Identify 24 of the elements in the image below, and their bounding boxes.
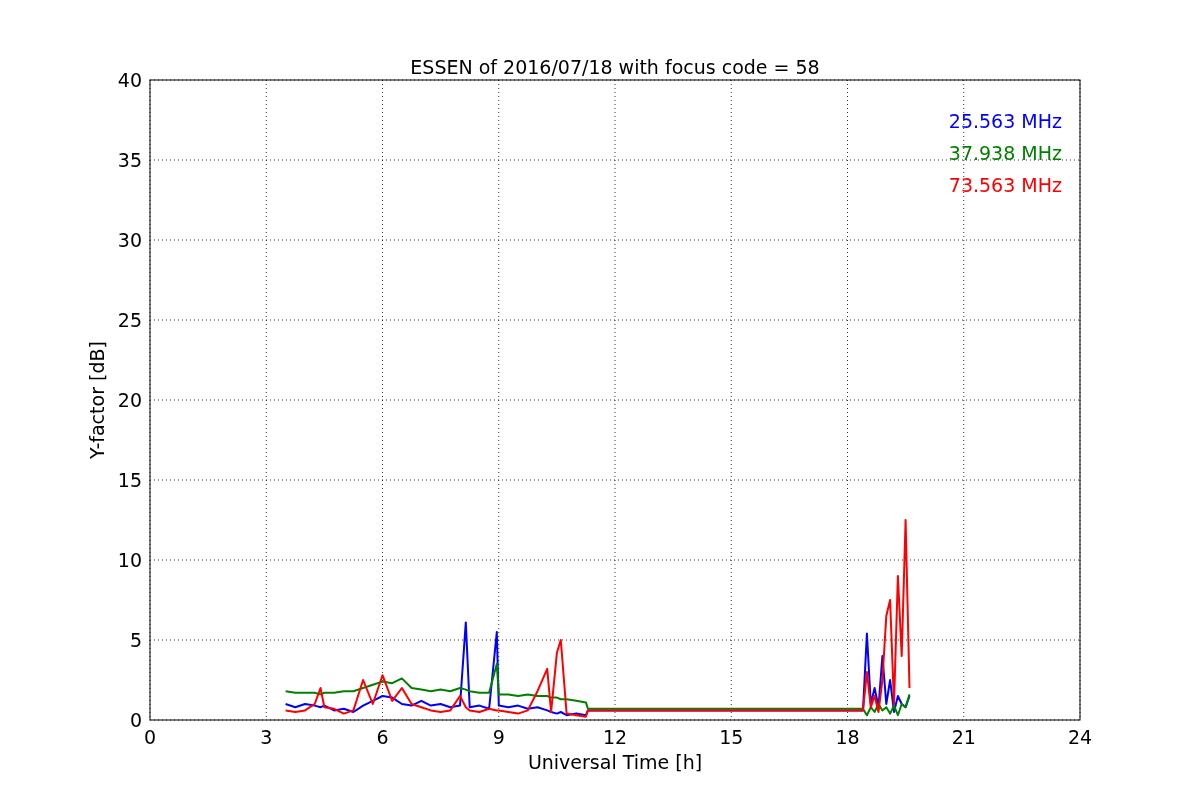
y-tick-label: 35 bbox=[117, 149, 142, 171]
y-tick-label: 30 bbox=[117, 229, 142, 251]
x-tick-label: 18 bbox=[835, 726, 860, 748]
legend-label: 25.563 MHz bbox=[948, 110, 1062, 132]
x-tick-label: 15 bbox=[719, 726, 744, 748]
y-tick-label: 20 bbox=[117, 389, 142, 411]
legend-label: 37.938 MHz bbox=[948, 142, 1062, 164]
legend-label: 73.563 MHz bbox=[948, 174, 1062, 196]
x-tick-label: 24 bbox=[1067, 726, 1093, 748]
y-tick-label: 25 bbox=[117, 309, 142, 331]
x-tick-label: 12 bbox=[602, 726, 628, 748]
y-tick-label: 0 bbox=[129, 709, 142, 731]
x-tick-label: 0 bbox=[143, 726, 157, 748]
x-tick-label: 6 bbox=[376, 726, 389, 748]
y-tick-label: 40 bbox=[117, 69, 142, 91]
x-axis-label: Universal Time [h] bbox=[527, 751, 703, 773]
y-tick-label: 10 bbox=[117, 549, 142, 571]
x-tick-label: 9 bbox=[492, 726, 505, 748]
y-tick-label: 15 bbox=[117, 469, 142, 491]
y-axis-label: Y-factor [dB] bbox=[86, 341, 108, 459]
x-tick-label: 3 bbox=[260, 726, 273, 748]
y-tick-label: 5 bbox=[129, 629, 142, 651]
x-tick-label: 21 bbox=[951, 726, 976, 748]
chart-title: ESSEN of 2016/07/18 with focus code = 58 bbox=[410, 56, 820, 78]
